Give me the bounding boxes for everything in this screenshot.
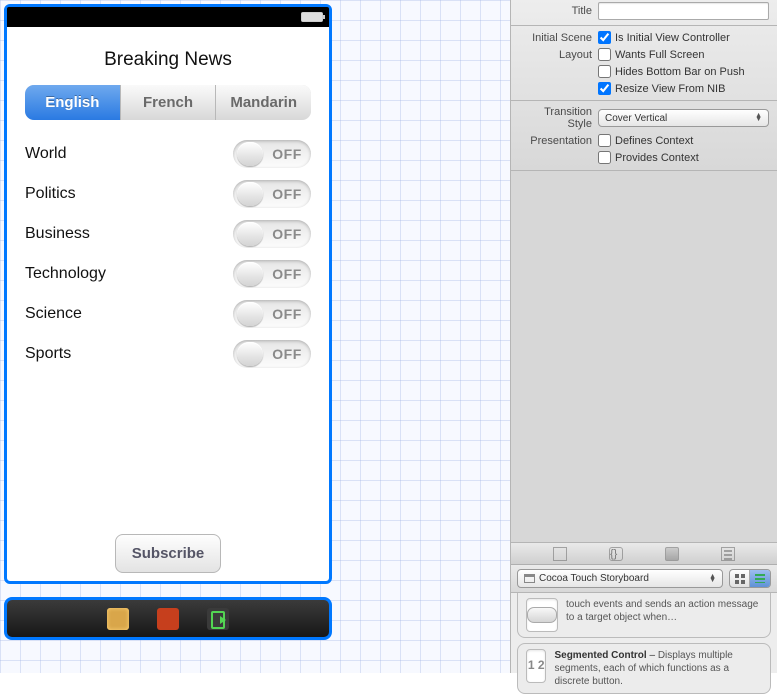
language-segmented-control[interactable]: English French Mandarin bbox=[25, 85, 311, 120]
library-view-toggle bbox=[729, 569, 771, 588]
inspector-empty-area bbox=[511, 171, 777, 543]
hides-bottom-label: Hides Bottom Bar on Push bbox=[615, 66, 745, 78]
library-item-segmented-control[interactable]: 1 2 Segmented Control – Displays multipl… bbox=[517, 643, 771, 694]
off-label: OFF bbox=[263, 226, 311, 242]
library-filter-dropdown[interactable]: Cocoa Touch Storyboard ▲▼ bbox=[517, 569, 723, 588]
library-tab-bar: {} bbox=[511, 543, 777, 565]
category-row-technology: Technology OFF bbox=[25, 254, 311, 294]
switch-knob bbox=[237, 182, 263, 206]
segmented-thumbnail-icon: 1 2 bbox=[526, 649, 546, 683]
exit-icon[interactable] bbox=[207, 608, 229, 630]
toggle-politics[interactable]: OFF bbox=[233, 180, 311, 208]
off-label: OFF bbox=[263, 266, 311, 282]
inspector-panel: Title Initial Scene Is Initial View Cont… bbox=[510, 0, 777, 673]
title-field-label: Title bbox=[519, 5, 598, 17]
grid-icon bbox=[735, 574, 745, 584]
battery-icon bbox=[301, 12, 323, 22]
media-library-tab-icon[interactable] bbox=[721, 547, 735, 561]
first-responder-icon[interactable] bbox=[107, 608, 129, 630]
hides-bottom-checkbox[interactable] bbox=[598, 65, 611, 78]
library-filter-bar: Cocoa Touch Storyboard ▲▼ bbox=[511, 565, 777, 593]
toggle-world[interactable]: OFF bbox=[233, 140, 311, 168]
object-library-tab-icon[interactable] bbox=[665, 547, 679, 561]
segment-english[interactable]: English bbox=[25, 85, 121, 120]
library-item-button[interactable]: touch events and sends an action message… bbox=[517, 593, 771, 638]
switch-knob bbox=[237, 222, 263, 246]
category-label: Technology bbox=[25, 265, 106, 283]
transition-style-label: Transition Style bbox=[519, 106, 598, 130]
toggle-science[interactable]: OFF bbox=[233, 300, 311, 328]
dropdown-arrows-icon: ▲▼ bbox=[755, 114, 762, 122]
initial-scene-label: Initial Scene bbox=[519, 32, 598, 44]
off-label: OFF bbox=[263, 146, 311, 162]
library-item-title: Segmented Control bbox=[554, 650, 646, 661]
subscribe-button[interactable]: Subscribe bbox=[115, 534, 222, 573]
defines-context-label: Defines Context bbox=[615, 135, 693, 147]
category-row-science: Science OFF bbox=[25, 294, 311, 334]
switch-knob bbox=[237, 262, 263, 286]
code-snippet-tab-icon[interactable]: {} bbox=[609, 547, 623, 561]
category-label: Science bbox=[25, 305, 82, 323]
resize-nib-label: Resize View From NIB bbox=[615, 83, 725, 95]
app-title-label: Breaking News bbox=[25, 49, 311, 71]
segment-mandarin[interactable]: Mandarin bbox=[216, 85, 311, 120]
wants-full-label: Wants Full Screen bbox=[615, 49, 704, 61]
category-row-politics: Politics OFF bbox=[25, 174, 311, 214]
dropdown-arrows-icon: ▲▼ bbox=[709, 575, 716, 583]
layout-label: Layout bbox=[519, 49, 598, 61]
file-template-tab-icon[interactable] bbox=[553, 547, 567, 561]
storyboard-canvas[interactable]: Breaking News English French Mandarin Wo… bbox=[0, 0, 510, 673]
switch-knob bbox=[237, 342, 263, 366]
category-row-world: World OFF bbox=[25, 134, 311, 174]
list-icon bbox=[755, 574, 765, 583]
off-label: OFF bbox=[263, 186, 311, 202]
category-label: Sports bbox=[25, 345, 71, 363]
category-label: Business bbox=[25, 225, 90, 243]
switch-knob bbox=[237, 142, 263, 166]
status-bar bbox=[7, 7, 329, 27]
title-text-field[interactable] bbox=[598, 2, 769, 20]
list-view-button[interactable] bbox=[750, 570, 770, 587]
off-label: OFF bbox=[263, 346, 311, 362]
toggle-business[interactable]: OFF bbox=[233, 220, 311, 248]
category-row-business: Business OFF bbox=[25, 214, 311, 254]
scene-dock[interactable] bbox=[4, 597, 332, 640]
provides-context-label: Provides Context bbox=[615, 152, 699, 164]
is-initial-label: Is Initial View Controller bbox=[615, 32, 730, 44]
resize-nib-checkbox[interactable] bbox=[598, 82, 611, 95]
transition-style-dropdown[interactable]: Cover Vertical ▲▼ bbox=[598, 109, 769, 127]
category-label: Politics bbox=[25, 185, 76, 203]
presentation-label: Presentation bbox=[519, 135, 598, 147]
is-initial-checkbox[interactable] bbox=[598, 31, 611, 44]
category-label: World bbox=[25, 145, 67, 163]
folder-icon bbox=[524, 574, 535, 583]
library-item-desc: touch events and sends an action message… bbox=[566, 598, 762, 632]
button-thumbnail-icon bbox=[526, 598, 558, 632]
toggle-technology[interactable]: OFF bbox=[233, 260, 311, 288]
grid-view-button[interactable] bbox=[730, 570, 750, 587]
provides-context-checkbox[interactable] bbox=[598, 151, 611, 164]
category-row-sports: Sports OFF bbox=[25, 334, 311, 374]
iphone-view-controller[interactable]: Breaking News English French Mandarin Wo… bbox=[4, 4, 332, 584]
toggle-sports[interactable]: OFF bbox=[233, 340, 311, 368]
library-filter-value: Cocoa Touch Storyboard bbox=[539, 573, 709, 584]
off-label: OFF bbox=[263, 306, 311, 322]
defines-context-checkbox[interactable] bbox=[598, 134, 611, 147]
view-controller-icon[interactable] bbox=[157, 608, 179, 630]
wants-full-checkbox[interactable] bbox=[598, 48, 611, 61]
switch-knob bbox=[237, 302, 263, 326]
segment-french[interactable]: French bbox=[121, 85, 217, 120]
transition-value: Cover Vertical bbox=[605, 113, 667, 124]
